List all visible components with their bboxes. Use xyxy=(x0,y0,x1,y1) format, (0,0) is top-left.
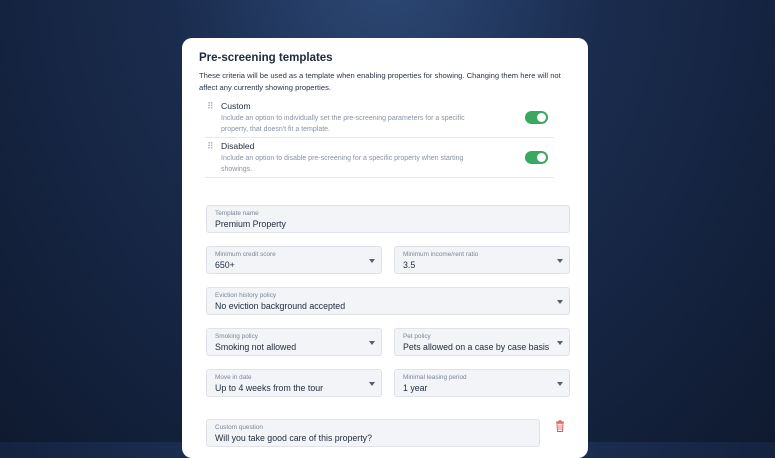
chevron-down-icon xyxy=(557,259,563,263)
pet-select[interactable]: Pet policy Pets allowed on a case by cas… xyxy=(394,328,570,356)
field-label: Move in date xyxy=(215,374,252,381)
field-label: Eviction history policy xyxy=(215,292,277,299)
field-label: Smoking policy xyxy=(215,333,258,340)
field-value: Will you take good care of this property… xyxy=(215,433,372,443)
chevron-down-icon xyxy=(369,382,375,386)
field-label: Minimum credit score xyxy=(215,251,276,258)
field-value: No eviction background accepted xyxy=(215,301,346,311)
pre-screening-panel: Pre-screening templates These criteria w… xyxy=(182,38,588,458)
template-name: Disabled xyxy=(221,141,255,151)
chevron-down-icon xyxy=(557,382,563,386)
smoking-select[interactable]: Smoking policy Smoking not allowed xyxy=(206,328,382,356)
template-name: Custom xyxy=(221,101,251,111)
trash-icon[interactable] xyxy=(555,420,565,432)
toggle-knob xyxy=(537,153,546,162)
field-label: Template name xyxy=(215,210,259,217)
field-label: Custom question xyxy=(215,424,263,431)
template-description: Include an option to individually set th… xyxy=(221,115,465,133)
field-value: Premium Property xyxy=(215,219,286,229)
drag-handle-icon[interactable]: ⠿ xyxy=(207,141,214,152)
template-description: Include an option to disable pre-screeni… xyxy=(221,155,464,173)
template-name-field[interactable]: Template name Premium Property xyxy=(206,205,570,233)
custom-question-field[interactable]: Custom question Will you take good care … xyxy=(206,419,540,447)
lease-select[interactable]: Minimal leasing period 1 year xyxy=(394,369,570,397)
field-value: Smoking not allowed xyxy=(215,342,297,352)
chevron-down-icon xyxy=(557,341,563,345)
field-label: Minimal leasing period xyxy=(403,374,467,381)
field-value: Pets allowed on a case by case basis xyxy=(403,342,550,352)
move-in-select[interactable]: Move in date Up to 4 weeks from the tour xyxy=(206,369,382,397)
field-label: Minimum income/rent ratio xyxy=(403,251,479,258)
field-label: Pet policy xyxy=(403,333,431,340)
chevron-down-icon xyxy=(369,341,375,345)
chevron-down-icon xyxy=(369,259,375,263)
drag-handle-icon[interactable]: ⠿ xyxy=(207,101,214,112)
field-value: 650+ xyxy=(215,260,235,270)
field-value: 3.5 xyxy=(403,260,416,270)
min-credit-select[interactable]: Minimum credit score 650+ xyxy=(206,246,382,274)
panel-title: Pre-screening templates xyxy=(199,52,333,64)
field-value: Up to 4 weeks from the tour xyxy=(215,383,324,393)
toggle-knob xyxy=(537,113,546,122)
toggle-custom[interactable] xyxy=(525,111,548,124)
income-ratio-select[interactable]: Minimum income/rent ratio 3.5 xyxy=(394,246,570,274)
field-value: 1 year xyxy=(403,383,428,393)
chevron-down-icon xyxy=(557,300,563,304)
template-row-disabled[interactable]: ⠿ Disabled Include an option to disable … xyxy=(205,138,554,178)
eviction-select[interactable]: Eviction history policy No eviction back… xyxy=(206,287,570,315)
panel-description: These criteria will be used as a templat… xyxy=(199,71,561,92)
template-row-custom[interactable]: ⠿ Custom Include an option to individual… xyxy=(205,98,554,138)
toggle-disabled[interactable] xyxy=(525,151,548,164)
